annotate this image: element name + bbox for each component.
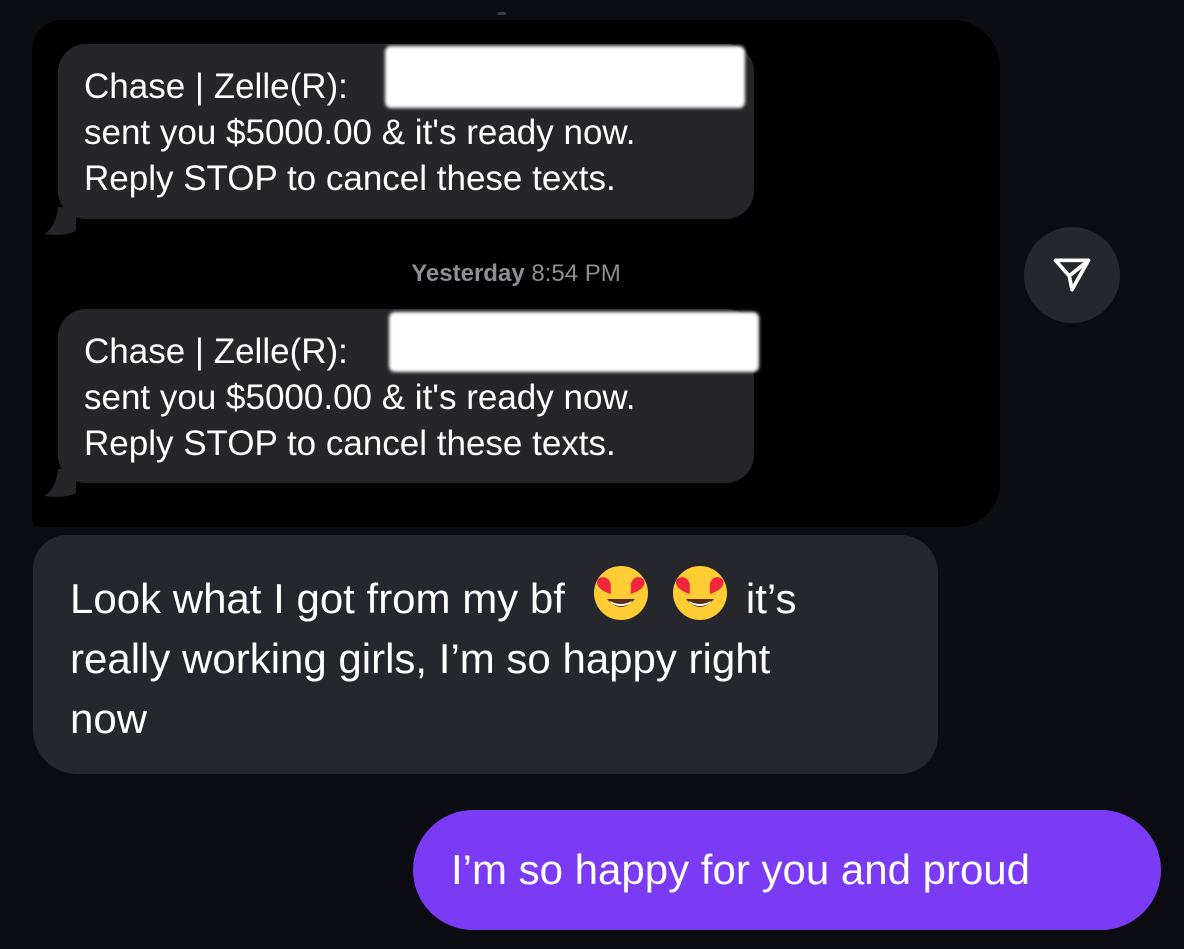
scroll-indicator	[498, 12, 506, 15]
shared-screenshot-message[interactable]: Chase | Zelle(R): sent you $5000.00 & it…	[32, 20, 1000, 527]
message-line: now	[70, 695, 148, 742]
sms-body-line: sent you $5000.00 & it's ready now.	[84, 378, 636, 417]
redaction-mark	[389, 312, 759, 372]
sms-body-line: Reply STOP to cancel these texts.	[84, 424, 616, 463]
sms-body-line: Reply STOP to cancel these texts.	[84, 159, 616, 198]
message-line: Look what I got from my bf it’s	[70, 565, 898, 629]
timestamp-time: 8:54 PM	[531, 260, 621, 287]
message-line: really working girls, I’m so happy right	[70, 635, 771, 682]
message-text: I’m so happy for you and proud	[451, 846, 1031, 893]
timestamp-day: Yesterday	[411, 260, 525, 287]
message-text: it’s	[745, 575, 797, 622]
chat-screen: Chase | Zelle(R): sent you $5000.00 & it…	[0, 0, 1184, 949]
redaction-mark	[385, 46, 745, 108]
timestamp: Yesterday 8:54 PM	[0, 260, 1032, 288]
incoming-message-bubble[interactable]: Look what I got from my bf it’s really w…	[33, 535, 938, 774]
heart-eyes-emoji	[673, 566, 728, 620]
outgoing-message-bubble[interactable]: I’m so happy for you and proud	[413, 810, 1161, 930]
message-text: Look what I got from my bf	[70, 575, 565, 622]
heart-eyes-emoji	[593, 566, 648, 620]
share-button[interactable]	[1024, 227, 1120, 323]
sms-body-line: sent you $5000.00 & it's ready now.	[84, 113, 636, 152]
paper-plane-icon	[1053, 258, 1091, 292]
